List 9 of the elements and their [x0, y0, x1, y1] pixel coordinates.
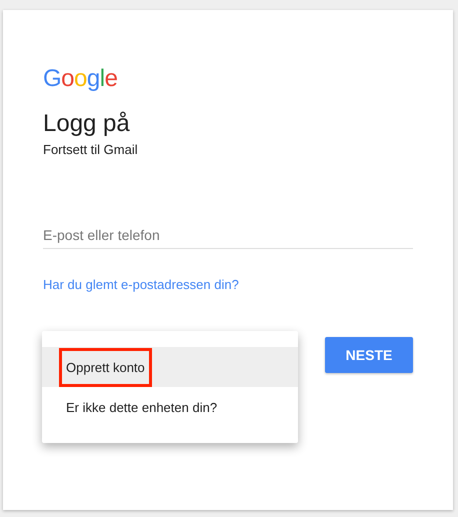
- logo: Google: [43, 64, 118, 94]
- menu-item[interactable]: Er ikke dette enheten din?: [42, 387, 298, 427]
- highlight-box: Opprett konto: [59, 348, 152, 386]
- forgot-email-link[interactable]: Har du glemt e-postadressen din?: [43, 277, 239, 292]
- next-button[interactable]: NESTE: [325, 337, 413, 373]
- menu-item[interactable]: Opprett konto: [42, 347, 298, 387]
- page-title: Logg på: [43, 109, 130, 139]
- subtitle: Fortsett til Gmail: [43, 142, 138, 158]
- email-field[interactable]: E-post eller telefon: [43, 223, 413, 249]
